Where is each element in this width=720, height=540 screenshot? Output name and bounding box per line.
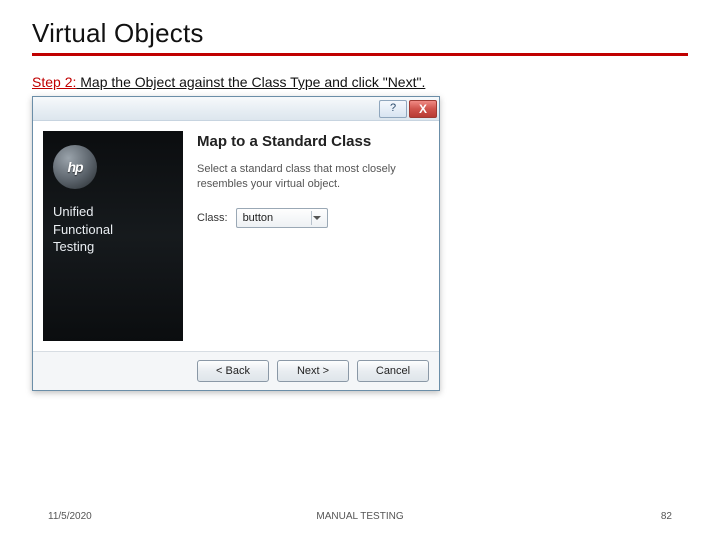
slide-footer: 11/5/2020 MANUAL TESTING 82	[0, 511, 720, 522]
footer-date: 11/5/2020	[48, 511, 92, 522]
product-line-3: Testing	[53, 238, 173, 256]
class-label: Class:	[197, 212, 228, 224]
footer-center: MANUAL TESTING	[316, 511, 403, 522]
product-line-1: Unified	[53, 203, 173, 221]
close-icon: X	[419, 103, 427, 115]
cancel-button[interactable]: Cancel	[357, 360, 429, 382]
hp-logo-icon: hp	[53, 145, 97, 189]
wizard-dialog: ? X hp Unified Functional Testing Map to…	[32, 96, 440, 391]
step-prefix: Step 2:	[32, 74, 76, 90]
next-button[interactable]: Next >	[277, 360, 349, 382]
help-icon: ?	[390, 103, 396, 114]
title-underline	[32, 53, 688, 56]
chevron-down-icon	[311, 211, 323, 225]
dialog-sidebar: hp Unified Functional Testing	[43, 131, 183, 341]
class-field-row: Class: button	[197, 208, 425, 228]
step-instruction: Step 2: Map the Object against the Class…	[32, 74, 688, 90]
back-button[interactable]: < Back	[197, 360, 269, 382]
product-name: Unified Functional Testing	[53, 203, 173, 256]
dialog-titlebar: ? X	[33, 97, 439, 121]
hp-logo-text: hp	[67, 159, 82, 175]
product-line-2: Functional	[53, 221, 173, 239]
class-dropdown-value: button	[243, 212, 274, 224]
footer-page: 82	[661, 511, 672, 522]
dialog-body: hp Unified Functional Testing Map to a S…	[33, 121, 439, 351]
help-button[interactable]: ?	[379, 100, 407, 118]
step-text: Map the Object against the Class Type an…	[76, 74, 425, 90]
dialog-content: Map to a Standard Class Select a standar…	[193, 131, 429, 341]
close-button[interactable]: X	[409, 100, 437, 118]
wizard-subtext: Select a standard class that most closel…	[197, 162, 397, 192]
dialog-footer: < Back Next > Cancel	[33, 351, 439, 390]
wizard-heading: Map to a Standard Class	[197, 133, 425, 150]
slide-title: Virtual Objects	[32, 18, 688, 49]
class-dropdown[interactable]: button	[236, 208, 328, 228]
